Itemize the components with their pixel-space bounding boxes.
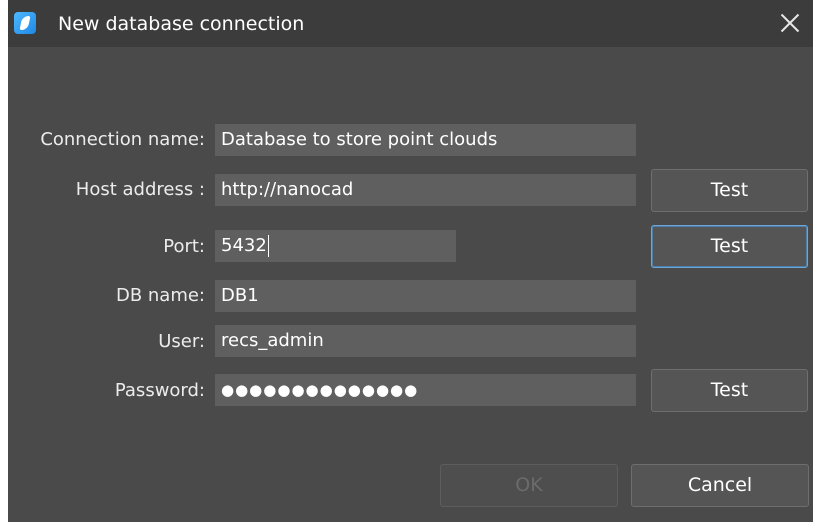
port-value: 5432	[221, 235, 267, 256]
connection-name-field[interactable]: Database to store point clouds	[215, 124, 636, 156]
host-address-label: Host address :	[75, 179, 205, 200]
test-password-button[interactable]: Test	[651, 369, 808, 412]
nanocad-icon	[14, 12, 36, 34]
test-port-button[interactable]: Test	[651, 225, 808, 268]
text-cursor	[267, 235, 269, 257]
connection-name-label: Connection name:	[40, 129, 205, 150]
host-address-field[interactable]: http://nanocad	[215, 174, 636, 206]
db-name-field[interactable]: DB1	[215, 280, 636, 312]
user-field[interactable]: recs_admin	[215, 325, 636, 357]
db-name-label: DB name:	[115, 285, 205, 306]
password-label: Password:	[114, 380, 205, 401]
test-host-button[interactable]: Test	[651, 169, 808, 212]
ok-button[interactable]: OK	[440, 464, 618, 507]
dialog-title: New database connection	[58, 13, 305, 35]
port-label: Port:	[163, 236, 205, 257]
user-label: User:	[158, 331, 205, 352]
title-bar: New database connection	[8, 0, 813, 47]
close-icon[interactable]	[764, 0, 813, 47]
cancel-button[interactable]: Cancel	[631, 464, 809, 507]
new-database-connection-dialog: New database connection Connection name:…	[8, 0, 813, 522]
password-field[interactable]: ●●●●●●●●●●●●●●	[215, 374, 636, 406]
port-field[interactable]: 5432	[215, 230, 456, 262]
